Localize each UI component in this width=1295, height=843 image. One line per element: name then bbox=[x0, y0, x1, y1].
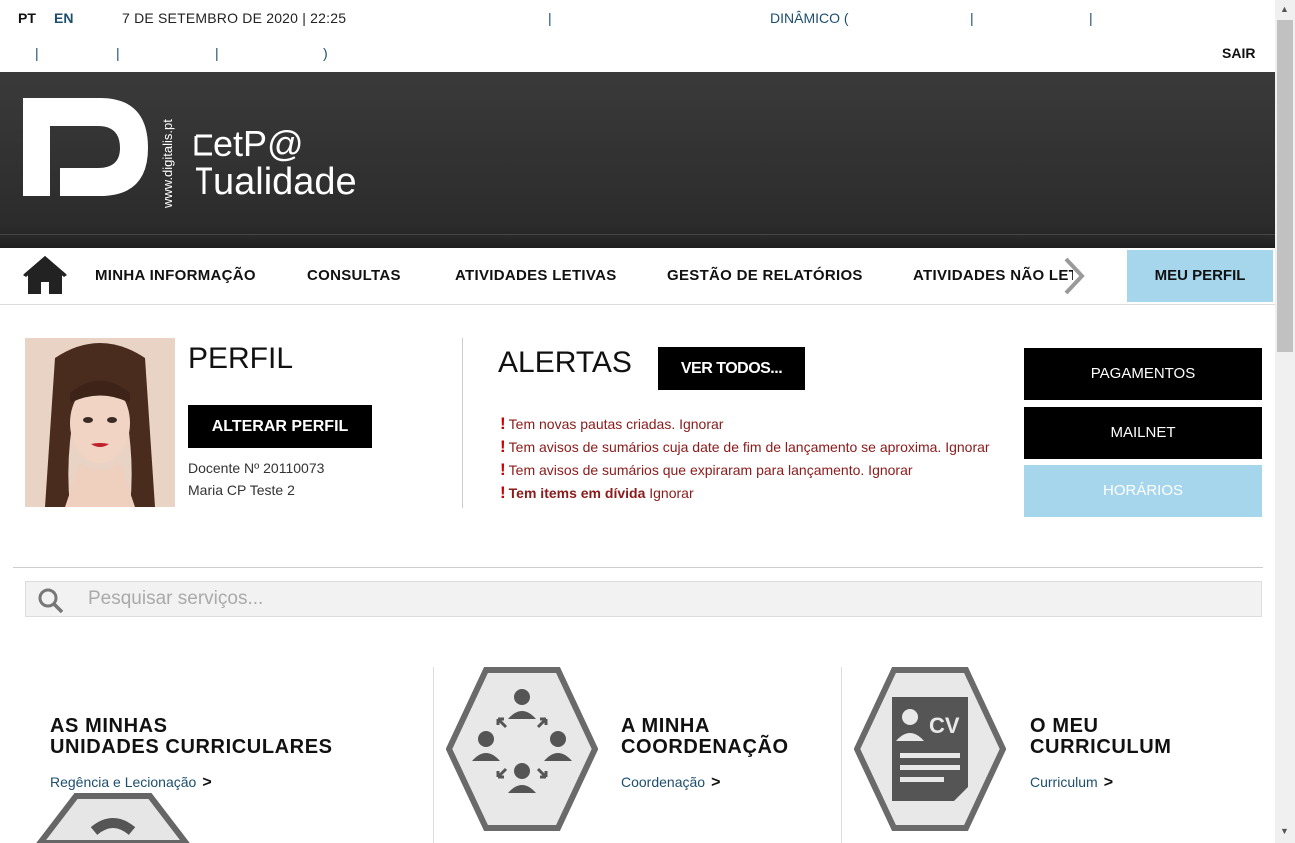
separator: | bbox=[1089, 10, 1093, 26]
logout-link[interactable]: SAIR bbox=[1222, 45, 1255, 61]
coordination-icon bbox=[446, 667, 598, 831]
scroll-down-arrow-icon[interactable]: ▼ bbox=[1280, 826, 1289, 836]
card-link-curriculum[interactable]: Curriculum > bbox=[1030, 774, 1113, 792]
close-paren: ) bbox=[323, 45, 328, 61]
nav-item-gestao-relatorios[interactable]: GESTÃO DE RELATÓRIOS bbox=[667, 248, 863, 304]
svg-text:CV: CV bbox=[929, 713, 960, 738]
lang-en-link[interactable]: EN bbox=[54, 10, 73, 26]
header-banner: www.digitalis.pt etP@ ualidade bbox=[0, 72, 1275, 248]
alerts-title: ALERTAS bbox=[498, 346, 632, 379]
search-input[interactable] bbox=[88, 582, 1248, 616]
card-link-regencia[interactable]: Regência e Lecionação > bbox=[50, 774, 212, 792]
edit-profile-button[interactable]: ALTERAR PERFIL bbox=[188, 405, 372, 448]
divider bbox=[841, 667, 842, 843]
alert-icon: ! bbox=[500, 460, 506, 479]
alert-item[interactable]: ! Tem novas pautas criadas. Ignorar bbox=[500, 414, 723, 434]
divider bbox=[433, 667, 434, 843]
search-icon[interactable] bbox=[38, 588, 64, 614]
curriculum-cv-icon: CV bbox=[854, 667, 1006, 831]
scrollbar-thumb[interactable] bbox=[1277, 20, 1293, 352]
mailnet-button[interactable]: MAILNET bbox=[1024, 407, 1262, 459]
search-bar bbox=[25, 581, 1262, 617]
separator: | bbox=[215, 45, 219, 61]
alert-text: Tem novas pautas criadas. Ignorar bbox=[508, 416, 724, 432]
svg-text:ualidade: ualidade bbox=[213, 161, 357, 203]
svg-text:etP@: etP@ bbox=[213, 123, 304, 164]
schedules-button[interactable]: HORÁRIOS bbox=[1024, 465, 1262, 517]
nav-item-consultas[interactable]: CONSULTAS bbox=[307, 248, 401, 304]
alert-bold: Tem items em dívida bbox=[508, 485, 646, 501]
teacher-number: Docente Nº 20110073 bbox=[188, 460, 325, 476]
user-name: Maria CP Teste 2 bbox=[188, 482, 295, 498]
card-title: AS MINHAS UNIDADES CURRICULARES bbox=[50, 715, 333, 758]
svg-text:www.digitalis.pt: www.digitalis.pt bbox=[160, 119, 175, 209]
alert-item[interactable]: ! Tem avisos de sumários que expiraram pa… bbox=[500, 460, 913, 480]
alert-text: Ignorar bbox=[645, 485, 694, 501]
main-navigation: MINHA INFORMAÇÃO CONSULTAS ATIVIDADES LE… bbox=[0, 248, 1275, 305]
view-all-alerts-button[interactable]: VER TODOS... bbox=[658, 347, 805, 390]
divider bbox=[462, 338, 463, 508]
home-icon[interactable] bbox=[22, 254, 68, 296]
card-title: O MEU CURRICULUM bbox=[1030, 715, 1172, 758]
separator: | bbox=[970, 10, 974, 26]
nav-item-atividades-letivas[interactable]: ATIVIDADES LETIVAS bbox=[455, 248, 617, 304]
nav-item-minha-informacao[interactable]: MINHA INFORMAÇÃO bbox=[95, 248, 256, 304]
payments-button[interactable]: PAGAMENTOS bbox=[1024, 348, 1262, 400]
chevron-right-icon: > bbox=[1103, 774, 1114, 791]
avatar bbox=[25, 338, 175, 507]
separator: | bbox=[548, 10, 552, 26]
chevron-right-icon: > bbox=[711, 774, 721, 791]
lang-pt-link[interactable]: PT bbox=[18, 10, 36, 26]
alert-text: Tem avisos de sumários que expiraram par… bbox=[508, 462, 913, 478]
top-utility-bar: PT EN 7 DE SETEMBRO DE 2020 | 22:25 | DI… bbox=[0, 0, 1275, 72]
alert-item[interactable]: ! Tem items em dívida Ignorar bbox=[500, 483, 694, 503]
current-datetime: 7 DE SETEMBRO DE 2020 | 22:25 bbox=[122, 10, 347, 26]
alert-text: Tem avisos de sumários cuja date de fim … bbox=[508, 439, 990, 455]
card-title: A MINHA COORDENAÇÃO bbox=[621, 715, 789, 758]
dynamic-label: DINÂMICO ( bbox=[770, 10, 849, 26]
units-hexagon-icon bbox=[36, 793, 190, 843]
page-scrollbar[interactable]: ▲ ▼ bbox=[1275, 0, 1295, 843]
alert-icon: ! bbox=[500, 483, 506, 502]
banner-stripe bbox=[0, 234, 1275, 248]
nav-next-arrow-icon[interactable] bbox=[1060, 256, 1088, 296]
alert-item[interactable]: ! Tem avisos de sumários cuja date de fim… bbox=[500, 437, 990, 457]
divider bbox=[13, 567, 1263, 568]
scroll-up-arrow-icon[interactable]: ▲ bbox=[1280, 4, 1289, 14]
chevron-right-icon: > bbox=[202, 774, 212, 791]
separator: | bbox=[35, 45, 39, 61]
separator: | bbox=[116, 45, 120, 61]
nav-item-meu-perfil[interactable]: MEU PERFIL bbox=[1127, 250, 1273, 302]
digitalis-logo[interactable]: www.digitalis.pt etP@ ualidade bbox=[20, 96, 440, 236]
alert-icon: ! bbox=[500, 437, 506, 456]
alert-icon: ! bbox=[500, 414, 506, 433]
profile-title: PERFIL bbox=[188, 342, 294, 375]
nav-overflow-clip: ATIVIDADES NÃO LETIVAS bbox=[913, 248, 1073, 304]
card-link-coordenacao[interactable]: Coordenação > bbox=[621, 774, 720, 792]
nav-item-atividades-nao-letivas[interactable]: ATIVIDADES NÃO LETIVAS bbox=[913, 248, 1073, 304]
